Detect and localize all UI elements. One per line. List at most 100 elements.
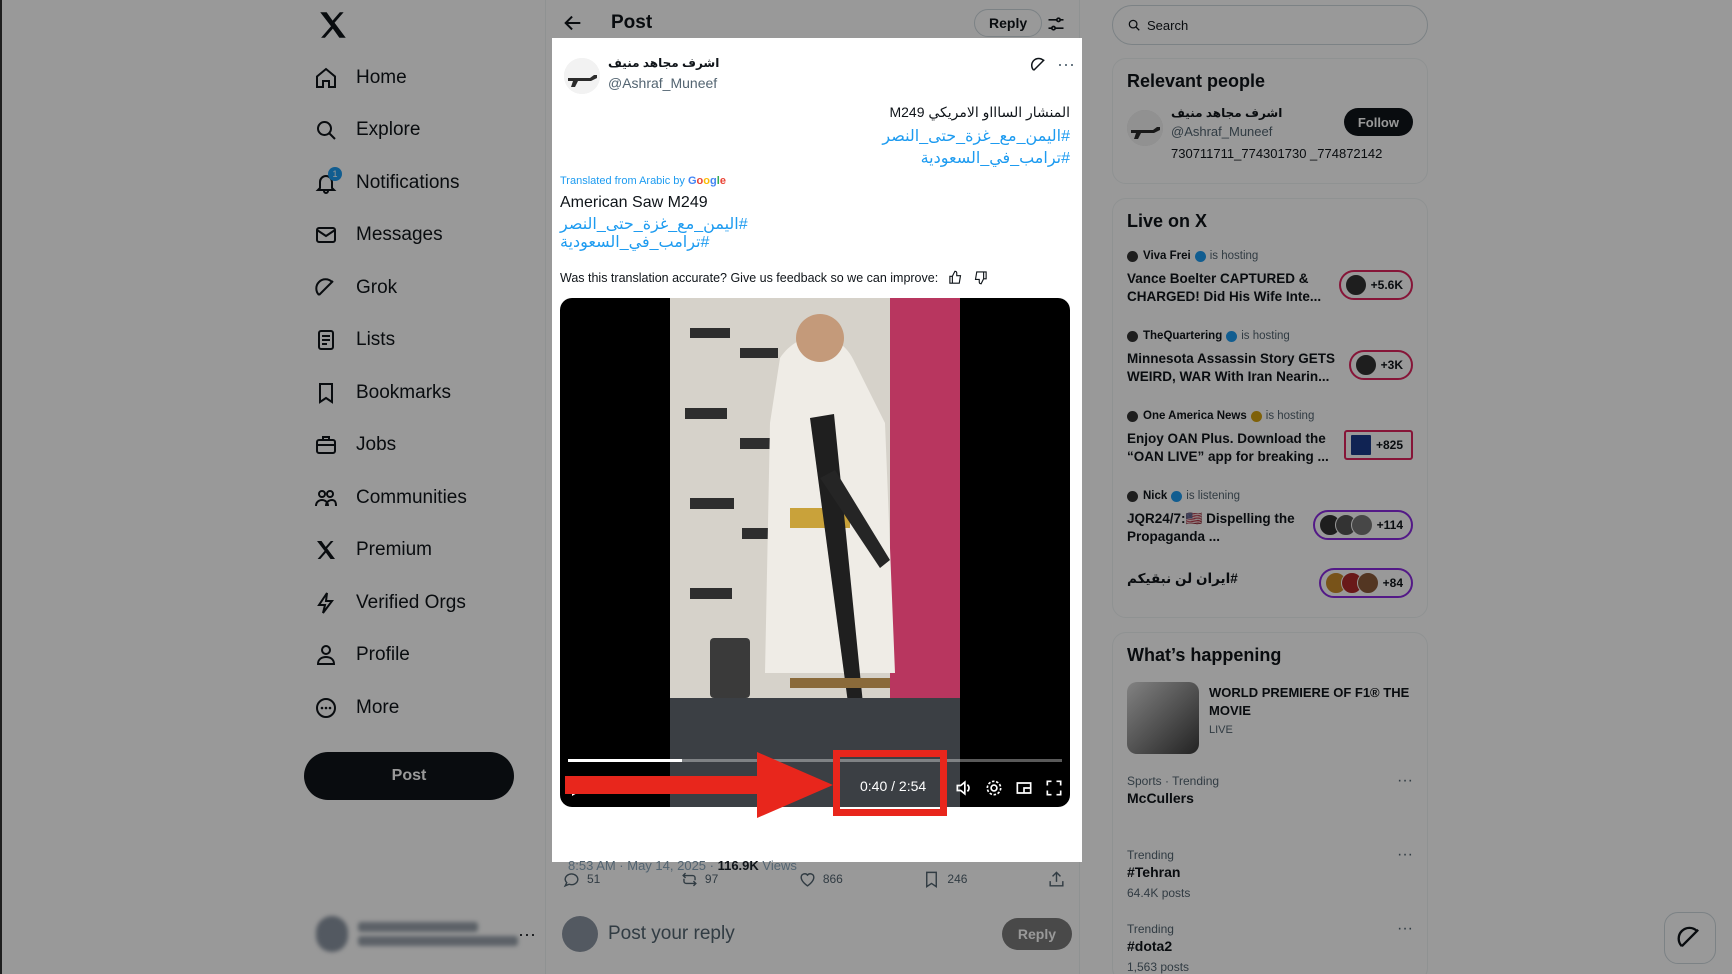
- page-title: Post: [611, 12, 653, 33]
- nav-item-profile[interactable]: Profile: [312, 633, 410, 677]
- bookmark-icon: [312, 379, 340, 407]
- x-logo-icon[interactable]: [316, 8, 350, 42]
- host-status: is hosting: [1241, 330, 1290, 342]
- views-count: 116.9K: [717, 858, 759, 873]
- person-handle: @Ashraf_Muneef: [1171, 124, 1273, 139]
- author-name[interactable]: اشرف مجاهد منيف: [608, 56, 719, 70]
- screen: Home Explore 1 Notifications Messages Gr…: [0, 0, 1732, 974]
- follow-button[interactable]: Follow: [1343, 108, 1413, 136]
- nav-item-jobs[interactable]: Jobs: [312, 423, 396, 467]
- video-player[interactable]: 0:40 / 2:54: [560, 298, 1070, 807]
- nav-item-lists[interactable]: Lists: [312, 318, 395, 362]
- picture-in-picture-icon[interactable]: [1014, 778, 1034, 798]
- hashtag-link[interactable]: #ترامب_في_السعودية: [560, 232, 709, 252]
- timestamp-text[interactable]: 8:53 AM · May 14, 2025 ·: [568, 858, 718, 873]
- post-timestamp: 8:53 AM · May 14, 2025 · 116.9K Views: [568, 858, 797, 873]
- author-handle[interactable]: @Ashraf_Muneef: [608, 75, 717, 91]
- space-title: #ايران لن نبقيكم: [1127, 571, 1238, 586]
- avatar: [562, 916, 598, 952]
- live-space-item[interactable]: TheQuartering is hosting Minnesota Assass…: [1113, 324, 1427, 404]
- post-column: Post Reply اشرف مجاهد منيف @Ashraf_Munee…: [545, 0, 1082, 974]
- host-name: Viva Frei: [1143, 250, 1191, 262]
- panel-title: Live on X: [1127, 211, 1208, 231]
- listener-pill[interactable]: +3K: [1348, 350, 1413, 380]
- more-dots-icon: ···: [518, 923, 536, 944]
- verified-badge-icon: [1226, 330, 1238, 342]
- live-space-item[interactable]: Viva Frei is hosting Vance Boelter CAPTUR…: [1113, 244, 1427, 324]
- listener-avatar: [1344, 274, 1367, 296]
- more-dots-icon[interactable]: ···: [1057, 54, 1075, 75]
- more-dots-icon[interactable]: ···: [1397, 846, 1413, 864]
- relevant-person[interactable]: اشرف مجاهد منيف @Ashraf_Muneef 730711711…: [1113, 104, 1427, 174]
- reply-composer: Post your reply Reply: [562, 914, 1072, 954]
- hashtag-link[interactable]: #ترامب_في_السعودية: [921, 148, 1070, 168]
- grok-icon[interactable]: [1030, 56, 1048, 74]
- nav-item-home[interactable]: Home: [312, 56, 407, 100]
- fullscreen-icon[interactable]: [1044, 778, 1064, 798]
- more-dots-icon[interactable]: ···: [1397, 772, 1413, 790]
- annotation-box: [833, 750, 947, 816]
- grok-icon: [312, 274, 340, 302]
- listener-pill[interactable]: +5.6K: [1338, 270, 1413, 300]
- nav-label: Lists: [356, 329, 396, 350]
- grok-floating-button[interactable]: [1664, 912, 1716, 964]
- nav-label: Messages: [356, 224, 443, 245]
- post-button[interactable]: Post: [304, 752, 514, 800]
- bookmark-count: 246: [947, 872, 968, 886]
- live-space-item[interactable]: #ايران لن نبقيكم +84: [1113, 564, 1427, 614]
- nav-label: Jobs: [356, 434, 397, 455]
- listener-pill[interactable]: +114: [1312, 510, 1413, 540]
- more-dots-icon[interactable]: ···: [1397, 920, 1413, 938]
- reply-input[interactable]: Post your reply: [608, 923, 735, 945]
- space-title: JQR24/7:🇺🇸 Dispelling the Propaganda ...: [1127, 511, 1295, 544]
- space-host: Nick is listening: [1127, 490, 1240, 502]
- nav-item-more[interactable]: More: [312, 686, 399, 730]
- like-action[interactable]: 866: [798, 870, 843, 889]
- hashtag-link[interactable]: #اليمن_مع_غزة_حتى_النصر: [882, 126, 1070, 146]
- search-input[interactable]: Search: [1112, 5, 1428, 45]
- trend-meta: Trending: [1127, 848, 1174, 862]
- host-name: Nick: [1143, 490, 1168, 502]
- sliders-icon[interactable]: [1046, 14, 1066, 34]
- nav-label: Bookmarks: [356, 382, 452, 403]
- thumbs-down-icon[interactable]: [973, 270, 988, 285]
- account-switcher[interactable]: ···: [316, 910, 536, 958]
- live-space-item[interactable]: One America News is hosting Enjoy OAN Plu…: [1113, 404, 1427, 484]
- featured-event[interactable]: WORLD PREMIERE OF F1® THE MOVIE LIVE: [1113, 678, 1427, 768]
- reply-submit-button[interactable]: Reply: [1001, 918, 1072, 950]
- reply-filter-button[interactable]: Reply: [974, 9, 1043, 37]
- nav-label: Communities: [356, 487, 467, 508]
- avatar: [1127, 110, 1163, 146]
- nav-item-communities[interactable]: Communities: [312, 476, 467, 520]
- nav-item-notifications[interactable]: 1 Notifications: [312, 161, 460, 205]
- panel-title: What’s happening: [1127, 645, 1282, 665]
- listener-avatar: [1350, 514, 1373, 536]
- nav-label: Notifications: [356, 172, 460, 193]
- space-title: Minnesota Assassin Story GETS WEIRD, WAR…: [1127, 351, 1336, 384]
- nav-item-explore[interactable]: Explore: [312, 108, 420, 152]
- settings-gear-icon[interactable]: [984, 778, 1004, 798]
- back-arrow-icon[interactable]: [562, 12, 584, 34]
- account-name-blurred: [358, 918, 519, 950]
- host-status: is hosting: [1209, 250, 1259, 262]
- video-frame: [670, 298, 960, 807]
- share-action[interactable]: [1047, 870, 1072, 889]
- listener-pill[interactable]: +825: [1343, 430, 1413, 460]
- nav-item-messages[interactable]: Messages: [312, 213, 443, 257]
- hashtag-link[interactable]: #اليمن_مع_غزة_حتى_النصر: [560, 214, 748, 234]
- trend-item[interactable]: Trending #dota2 1,563 posts ···: [1113, 916, 1427, 974]
- relevant-people-panel: Relevant people اشرف مجاهد منيف @Ashraf_…: [1112, 58, 1428, 184]
- nav-item-premium[interactable]: Premium: [312, 528, 432, 572]
- author-avatar[interactable]: [564, 58, 600, 94]
- bookmark-action[interactable]: 246: [922, 870, 967, 889]
- live-space-item[interactable]: Nick is listening JQR24/7:🇺🇸 Dispelling t…: [1113, 484, 1427, 564]
- nav-item-verified-orgs[interactable]: Verified Orgs: [312, 581, 466, 625]
- annotation-arrow: [565, 752, 833, 818]
- thumbs-up-icon[interactable]: [948, 270, 963, 285]
- nav-item-bookmarks[interactable]: Bookmarks: [312, 371, 451, 415]
- volume-icon[interactable]: [954, 778, 974, 798]
- listener-pill[interactable]: +84: [1318, 568, 1413, 598]
- nav-item-grok[interactable]: Grok: [312, 266, 397, 310]
- trend-item[interactable]: Trending #Tehran 64.4K posts ···: [1113, 842, 1427, 916]
- trend-item[interactable]: Sports · Trending McCullers ···: [1113, 768, 1427, 842]
